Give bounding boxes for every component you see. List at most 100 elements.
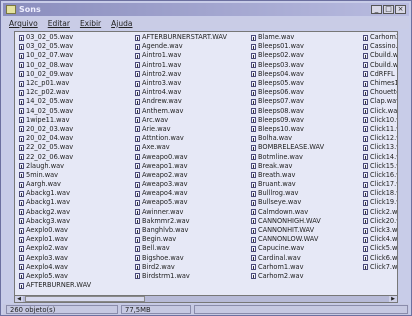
file-item[interactable]: Aexplo0.wav <box>19 226 91 235</box>
file-item[interactable]: Aexplo1.wav <box>19 235 91 244</box>
file-item[interactable]: Calmdown.wav <box>251 208 324 217</box>
file-item[interactable]: Bleeps01.wav <box>251 42 324 51</box>
file-item[interactable]: 14_02_05.wav <box>19 97 91 106</box>
file-item[interactable]: Bleeps04.wav <box>251 70 324 79</box>
file-item[interactable]: 12c_p02.wav <box>19 88 91 97</box>
menu-ajuda[interactable]: Ajuda <box>111 19 132 28</box>
file-item[interactable]: CANNONLOW.WAV <box>251 235 324 244</box>
file-item[interactable]: Breath.wav <box>251 171 324 180</box>
file-item[interactable]: Andrew.wav <box>135 97 227 106</box>
file-item[interactable]: Aweapo4.wav <box>135 189 227 198</box>
file-item[interactable]: Aintro2.wav <box>135 70 227 79</box>
file-item[interactable]: Axe.wav <box>135 143 227 152</box>
file-item[interactable]: Cbuild.wav <box>363 51 397 60</box>
file-item[interactable]: 12c_p01.wav <box>19 79 91 88</box>
close-button[interactable]: × <box>395 5 406 14</box>
file-item[interactable]: 5min.wav <box>19 171 91 180</box>
file-item[interactable]: Capucine.wav <box>251 244 324 253</box>
file-item[interactable]: Abackg1.wav <box>19 189 91 198</box>
menu-editar[interactable]: Editar <box>48 19 70 28</box>
file-item[interactable]: Bleeps10.wav <box>251 125 324 134</box>
file-item[interactable]: CANNONHIT.WAV <box>251 226 324 235</box>
file-item[interactable]: Bleeps08.wav <box>251 107 324 116</box>
horizontal-scrollbar[interactable]: ◀ ▶ <box>14 295 398 303</box>
file-item[interactable]: Click3.wav <box>363 226 397 235</box>
file-item[interactable]: Aweapo1.wav <box>135 162 227 171</box>
file-item[interactable]: BOMBRELEASE.WAV <box>251 143 324 152</box>
file-item[interactable]: Break.wav <box>251 162 324 171</box>
file-item[interactable]: Bulllrog.wav <box>251 189 324 198</box>
file-item[interactable]: Aintro3.wav <box>135 79 227 88</box>
file-item[interactable]: Clap.wav <box>363 97 397 106</box>
file-item[interactable]: Click7.wav <box>363 263 397 272</box>
file-item[interactable]: Aexplo2.wav <box>19 244 91 253</box>
file-item[interactable]: Click4.wav <box>363 235 397 244</box>
file-item[interactable]: Aexplo5.wav <box>19 272 91 281</box>
file-item[interactable]: Aweapo3.wav <box>135 180 227 189</box>
file-item[interactable]: Bleeps06.wav <box>251 88 324 97</box>
file-item[interactable]: Aintro4.wav <box>135 88 227 97</box>
file-item[interactable]: Bird2.wav <box>135 263 227 272</box>
file-item[interactable]: Cardinal.wav <box>251 254 324 263</box>
file-item[interactable]: Arie.wav <box>135 125 227 134</box>
file-item[interactable]: Aexplo3.wav <box>19 254 91 263</box>
file-item[interactable]: Cbuild.wav <box>363 61 397 70</box>
file-item[interactable]: Arc.wav <box>135 116 227 125</box>
file-item[interactable]: Aweapo2.wav <box>135 171 227 180</box>
file-item[interactable]: Carhom2.wav <box>251 272 324 281</box>
minimize-button[interactable]: _ <box>371 5 382 14</box>
file-item[interactable]: AFTERBURNERSTART.WAV <box>135 33 227 42</box>
file-item[interactable]: Abackg2.wav <box>19 208 91 217</box>
file-item[interactable]: Anthem.wav <box>135 107 227 116</box>
file-item[interactable]: Bleeps03.wav <box>251 61 324 70</box>
file-item[interactable]: 10_02_07.wav <box>19 51 91 60</box>
file-item[interactable]: Click19.wav <box>363 198 397 207</box>
scroll-right-icon[interactable]: ▶ <box>389 296 397 302</box>
file-list[interactable]: 03_02_05.wav 03_02_05.wav 10_02_07.wav 10_0… <box>14 31 398 296</box>
file-item[interactable]: Aweapo5.wav <box>135 198 227 207</box>
file-item[interactable]: Chouette.w <box>363 88 397 97</box>
file-item[interactable]: Bleeps07.wav <box>251 97 324 106</box>
file-item[interactable]: Bullseye.wav <box>251 198 324 207</box>
file-item[interactable]: Aintro1.wav <box>135 51 227 60</box>
file-item[interactable]: Click.wav <box>363 107 397 116</box>
file-item[interactable]: Abackg3.wav <box>19 217 91 226</box>
file-item[interactable]: Click10.wav <box>363 116 397 125</box>
file-item[interactable]: Carhom1.wav <box>251 263 324 272</box>
scroll-left-icon[interactable]: ◀ <box>15 296 23 302</box>
file-item[interactable]: CdRFFL <box>363 70 397 79</box>
file-item[interactable]: Attntion.wav <box>135 134 227 143</box>
file-item[interactable]: CANNONHIGH.WAV <box>251 217 324 226</box>
file-item[interactable]: Carhom3.w <box>363 33 397 42</box>
title-bar[interactable]: Sons _ □ × <box>3 3 409 16</box>
file-item[interactable]: AFTERBURNER.WAV <box>19 281 91 290</box>
file-item[interactable]: 14_02_05.wav <box>19 107 91 116</box>
file-item[interactable]: Click20.wav <box>363 217 397 226</box>
file-item[interactable]: Cassino.wa <box>363 42 397 51</box>
file-item[interactable]: Banghlvb.wav <box>135 226 227 235</box>
file-item[interactable]: 03_02_05.wav <box>19 33 91 42</box>
file-item[interactable]: Awinner.wav <box>135 208 227 217</box>
file-item[interactable]: Botmline.wav <box>251 152 324 161</box>
file-item[interactable]: 22_02_06.wav <box>19 152 91 161</box>
file-item[interactable]: Bell.wav <box>135 244 227 253</box>
file-item[interactable]: 03_02_05.wav <box>19 42 91 51</box>
file-item[interactable]: Bigshoe.wav <box>135 254 227 263</box>
file-item[interactable]: Click6.wav <box>363 254 397 263</box>
file-item[interactable]: Click2.wav <box>363 208 397 217</box>
file-item[interactable]: 10_02_08.wav <box>19 61 91 70</box>
file-item[interactable]: Bruant.wav <box>251 180 324 189</box>
file-item[interactable]: Click13.wav <box>363 143 397 152</box>
menu-arquivo[interactable]: Arquivo <box>9 19 38 28</box>
file-item[interactable]: Click14.wav <box>363 152 397 161</box>
file-item[interactable]: Bakmmr2.wav <box>135 217 227 226</box>
file-item[interactable]: Click12.wav <box>363 134 397 143</box>
file-item[interactable]: Bolha.wav <box>251 134 324 143</box>
file-item[interactable]: 20_02_03.wav <box>19 125 91 134</box>
file-item[interactable]: 20_02_04.wav <box>19 134 91 143</box>
maximize-button[interactable]: □ <box>383 5 394 14</box>
file-item[interactable]: Click18.wav <box>363 189 397 198</box>
file-item[interactable]: Birdstrm1.wav <box>135 272 227 281</box>
file-item[interactable]: Aintro1.wav <box>135 61 227 70</box>
menu-exibir[interactable]: Exibir <box>80 19 101 28</box>
